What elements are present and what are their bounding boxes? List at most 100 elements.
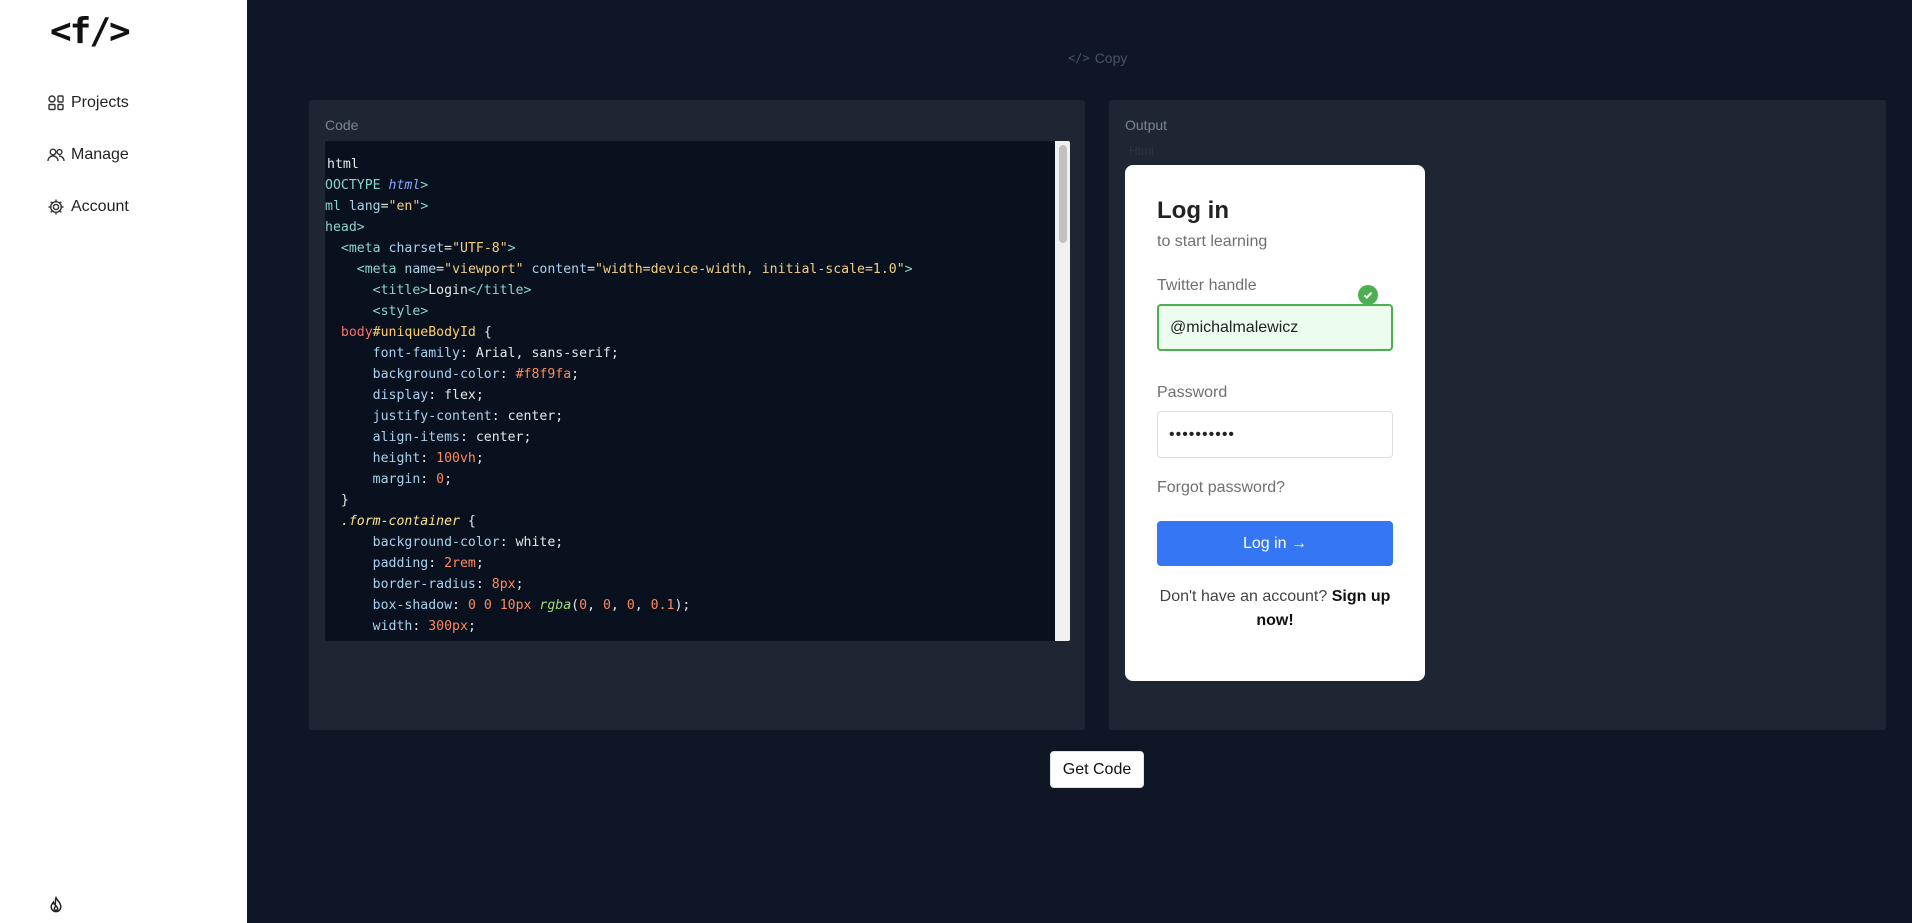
code-line: justify-content: center; [325,406,913,427]
flame-icon[interactable] [47,896,65,914]
code-token: lang [348,199,381,214]
sidebar-item-label: Projects [71,94,129,111]
sidebar-item-label: Account [71,198,129,215]
code-line: ml lang="en"> [325,196,913,217]
code-line: background-color: white; [325,532,913,553]
code-token: ( [571,598,580,613]
code-line: box-shadow: 0 0 10px rgba(0, 0, 0, 0.1); [325,595,913,616]
code-token: 0.1 [650,598,675,613]
copy-button[interactable]: </> Copy [1068,50,1127,66]
code-token: : center; [459,430,532,445]
code-token: content [531,262,588,277]
output-panel-title: Output [1125,117,1168,133]
code-token: { [459,514,476,529]
code-scrollbar-thumb[interactable] [1059,145,1067,243]
projects-icon [48,95,64,111]
forgot-password-link[interactable]: Forgot password? [1157,479,1285,497]
code-token: width [372,619,413,634]
code-line: border-radius: 8px; [325,574,913,595]
code-token: ; [515,577,524,592]
code-panel-title: Code [325,117,359,133]
code-token: name [404,262,437,277]
code-line: <meta charset="UTF-8"> [325,238,913,259]
code-token: 8px [491,577,516,592]
sidebar-item-label: Manage [71,146,129,163]
code-line: head> [325,217,913,238]
code-token: : center; [491,409,564,424]
sidebar-item-manage[interactable]: Manage [47,143,129,167]
code-token: <meta [340,241,389,256]
sidebar-item-account[interactable]: Account [47,195,129,219]
code-token: box-shadow [372,598,453,613]
code-token: ; [467,619,476,634]
code-token: = [436,262,445,277]
code-line: } [325,490,913,511]
code-token: 100vh [436,451,476,466]
code-token: } [325,493,349,508]
code-token: = [444,241,453,256]
logo[interactable]: <f/> [50,11,131,52]
code-scrollbar[interactable] [1055,141,1070,641]
code-editor[interactable]: html OOCTYPE html> ml lang="en"> head> <met… [325,141,1070,641]
output-faint-label: Html [1129,144,1154,158]
code-icon: </> [1068,51,1090,65]
code-token: "viewport" [444,262,524,277]
code-token: background-color [372,367,500,382]
code-line: font-family: Arial, sans-serif; [325,343,913,364]
code-token: > [904,262,913,277]
code-token: , [587,598,603,613]
code-line: <title>Login</title> [325,280,913,301]
code-token: : Arial, sans-serif; [459,346,619,361]
code-line: padding: 2rem; [325,553,913,574]
sidebar-item-projects[interactable]: Projects [47,91,129,115]
code-token: font-family [372,346,460,361]
code-token: #f8f9fa [515,367,572,382]
code-line: <meta name="viewport" content="width=dev… [325,259,913,280]
code-line: OOCTYPE html> [325,175,913,196]
login-button[interactable]: Log in → [1157,521,1393,566]
code-line: .form-container { [325,511,913,532]
code-token: : [412,619,429,634]
code-token: ; [475,451,484,466]
code-token: : [475,577,492,592]
code-line: display: flex; [325,385,913,406]
code-token: : [428,556,445,571]
code-token: ; [475,556,484,571]
password-input[interactable] [1157,411,1393,458]
code-token: background-color [372,535,500,550]
code-token: : flex; [428,388,484,403]
code-token: <style> [372,304,429,319]
code-token: ; [571,367,580,382]
code-line: height: 100vh; [325,448,913,469]
code-token: border-radius [372,577,476,592]
code-token: > [420,199,429,214]
code-token: .form-container [340,514,460,529]
code-line: html [325,154,913,175]
code-token: : white; [499,535,564,550]
password-label: Password [1157,384,1228,401]
get-code-button[interactable]: Get Code [1050,751,1144,788]
code-token: { [475,325,492,340]
code-token: margin [372,472,421,487]
code-token: html [388,178,421,193]
code-token: #uniqueBodyId [372,325,476,340]
code-token: , [610,598,627,613]
code-token: body [340,325,373,340]
code-token: 0 [579,598,588,613]
code-token: justify-content [372,409,492,424]
signup-prefix: Don't have an account? [1159,588,1332,605]
code-token: ); [674,598,691,613]
twitter-handle-input[interactable] [1157,304,1393,351]
